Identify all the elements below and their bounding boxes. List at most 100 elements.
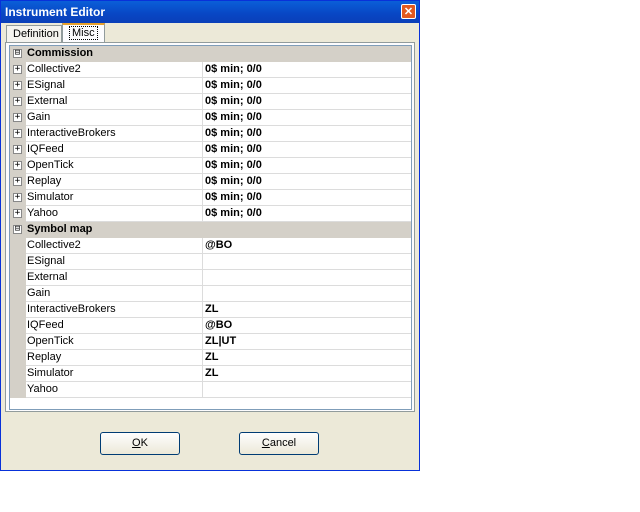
property-name: OpenTick — [27, 335, 74, 347]
title-bar[interactable]: Instrument Editor ✕ — [1, 1, 419, 23]
property-name: Yahoo — [27, 383, 58, 395]
property-name: Simulator — [27, 367, 74, 379]
column-divider — [202, 206, 203, 222]
category-label: Symbol map — [27, 223, 93, 235]
column-divider — [202, 334, 203, 350]
category-symbol-map[interactable]: ⊟ Symbol map — [10, 222, 411, 238]
ok-button[interactable]: OK — [100, 432, 180, 455]
cancel-mnemonic: C — [261, 437, 270, 449]
property-name: External — [27, 95, 68, 107]
property-name: Replay — [27, 351, 62, 363]
category-label: Commission — [27, 47, 94, 59]
row-margin — [10, 366, 26, 382]
expand-icon[interactable]: + — [13, 145, 22, 154]
property-name: InteractiveBrokers — [27, 127, 116, 139]
property-value[interactable]: @BO — [205, 239, 232, 251]
property-name: Replay — [27, 175, 62, 187]
property-row[interactable]: + InteractiveBrokers 0$ min; 0/0 — [10, 126, 411, 142]
row-margin — [10, 270, 26, 286]
column-divider — [202, 78, 203, 94]
window-title: Instrument Editor — [5, 5, 106, 19]
property-name: IQFeed — [27, 319, 64, 331]
property-value[interactable]: 0$ min; 0/0 — [205, 143, 262, 155]
property-row[interactable]: InteractiveBrokers ZL — [10, 302, 411, 318]
category-commission[interactable]: ⊟ Commission — [10, 46, 411, 62]
property-value[interactable]: 0$ min; 0/0 — [205, 191, 262, 203]
property-row[interactable]: + ESignal 0$ min; 0/0 — [10, 78, 411, 94]
property-row[interactable]: + Yahoo 0$ min; 0/0 — [10, 206, 411, 222]
expand-icon[interactable]: + — [13, 113, 22, 122]
property-value[interactable]: ZL — [205, 303, 218, 315]
column-divider — [202, 286, 203, 302]
close-icon: ✕ — [403, 6, 414, 18]
property-name: Collective2 — [27, 63, 81, 75]
expand-icon[interactable]: + — [13, 65, 22, 74]
row-margin — [10, 254, 26, 270]
expand-icon[interactable]: + — [13, 209, 22, 218]
expand-icon[interactable]: + — [13, 129, 22, 138]
close-button[interactable]: ✕ — [401, 4, 416, 19]
collapse-icon[interactable]: ⊟ — [13, 225, 22, 234]
property-row[interactable]: + Collective2 0$ min; 0/0 — [10, 62, 411, 78]
property-name: InteractiveBrokers — [27, 303, 116, 315]
property-name: IQFeed — [27, 143, 64, 155]
property-value[interactable]: 0$ min; 0/0 — [205, 95, 262, 107]
property-value[interactable]: 0$ min; 0/0 — [205, 127, 262, 139]
property-row[interactable]: OpenTick ZL|UT — [10, 334, 411, 350]
property-name: Simulator — [27, 191, 74, 203]
row-margin — [10, 318, 26, 334]
ok-mnemonic: O — [132, 437, 141, 449]
property-value[interactable]: @BO — [205, 319, 232, 331]
column-divider — [202, 142, 203, 158]
column-divider — [202, 270, 203, 286]
property-row[interactable]: IQFeed @BO — [10, 318, 411, 334]
ok-label-rest: K — [140, 437, 148, 449]
tab-misc[interactable]: Misc — [62, 23, 105, 43]
column-divider — [202, 62, 203, 78]
tab-definition[interactable]: Definition — [6, 25, 62, 43]
property-value[interactable]: 0$ min; 0/0 — [205, 111, 262, 123]
property-value[interactable]: 0$ min; 0/0 — [205, 207, 262, 219]
property-row[interactable]: Yahoo — [10, 382, 411, 398]
property-row[interactable]: Collective2 @BO — [10, 238, 411, 254]
expand-icon[interactable]: + — [13, 81, 22, 90]
tab-misc-label: Misc — [69, 26, 98, 40]
property-value[interactable]: 0$ min; 0/0 — [205, 79, 262, 91]
property-row[interactable]: + External 0$ min; 0/0 — [10, 94, 411, 110]
expand-icon[interactable]: + — [13, 97, 22, 106]
expand-icon[interactable]: + — [13, 161, 22, 170]
column-divider — [202, 126, 203, 142]
instrument-editor-dialog: Instrument Editor ✕ Definition Misc ⊟ Co… — [0, 0, 420, 471]
column-divider — [202, 350, 203, 366]
row-margin — [10, 302, 26, 318]
property-value[interactable]: 0$ min; 0/0 — [205, 175, 262, 187]
property-value[interactable]: 0$ min; 0/0 — [205, 63, 262, 75]
property-row[interactable]: + IQFeed 0$ min; 0/0 — [10, 142, 411, 158]
expand-icon[interactable]: + — [13, 193, 22, 202]
property-name: ESignal — [27, 79, 65, 91]
property-row[interactable]: Replay ZL — [10, 350, 411, 366]
property-row[interactable]: + OpenTick 0$ min; 0/0 — [10, 158, 411, 174]
property-row[interactable]: Gain — [10, 286, 411, 302]
property-grid[interactable]: ⊟ Commission + Collective2 0$ min; 0/0 + ESi… — [9, 45, 412, 410]
property-row[interactable]: + Replay 0$ min; 0/0 — [10, 174, 411, 190]
property-row[interactable]: ESignal — [10, 254, 411, 270]
property-value[interactable]: 0$ min; 0/0 — [205, 159, 262, 171]
property-value[interactable]: ZL — [205, 367, 218, 379]
property-row[interactable]: External — [10, 270, 411, 286]
tab-definition-label: Definition — [13, 28, 59, 40]
property-value[interactable]: ZL — [205, 351, 218, 363]
row-margin — [10, 382, 26, 398]
property-row[interactable]: Simulator ZL — [10, 366, 411, 382]
property-row[interactable]: + Simulator 0$ min; 0/0 — [10, 190, 411, 206]
column-divider — [202, 254, 203, 270]
column-divider — [202, 174, 203, 190]
property-name: External — [27, 271, 68, 283]
row-margin — [10, 286, 26, 302]
property-value[interactable]: ZL|UT — [205, 335, 236, 347]
row-margin — [10, 238, 26, 254]
expand-icon[interactable]: + — [13, 177, 22, 186]
collapse-icon[interactable]: ⊟ — [13, 49, 22, 58]
cancel-button[interactable]: Cancel — [239, 432, 319, 455]
property-row[interactable]: + Gain 0$ min; 0/0 — [10, 110, 411, 126]
